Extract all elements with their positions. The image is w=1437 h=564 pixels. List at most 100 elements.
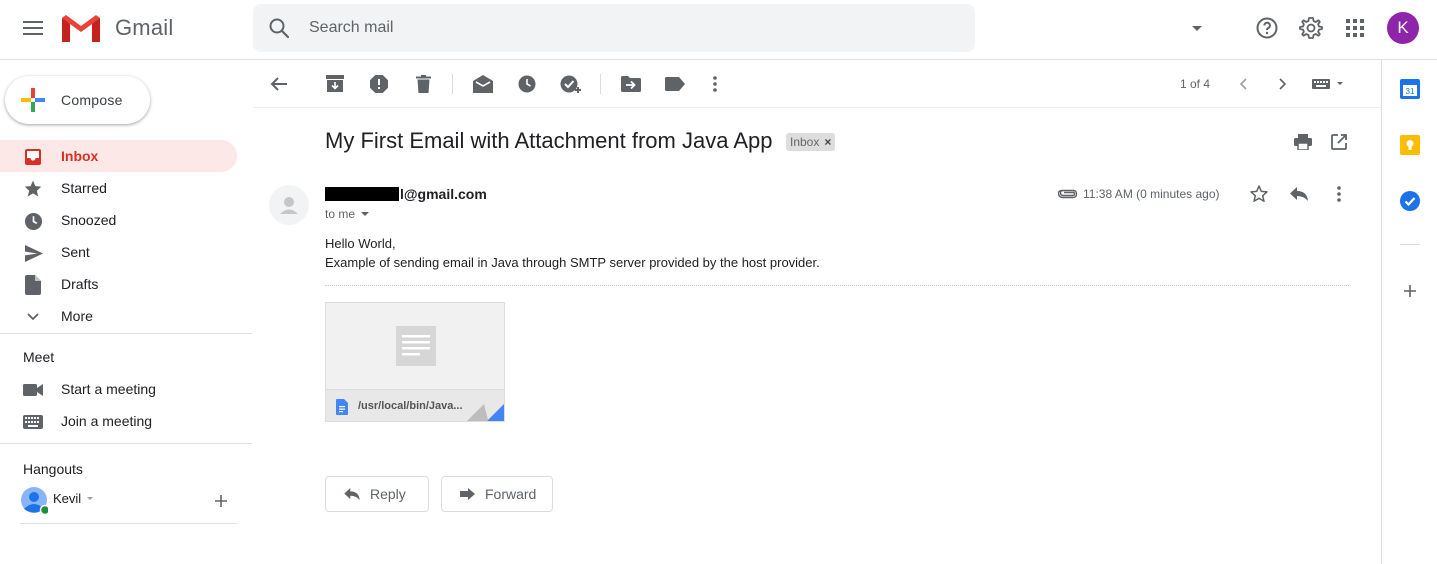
draft-icon bbox=[23, 275, 43, 295]
snooze-icon[interactable] bbox=[516, 73, 538, 95]
reply-arrow-icon[interactable] bbox=[1288, 183, 1310, 205]
video-camera-icon bbox=[23, 380, 43, 400]
search-input[interactable] bbox=[309, 16, 909, 40]
archive-icon[interactable] bbox=[324, 73, 346, 95]
get-add-ons-plus-icon[interactable] bbox=[1400, 281, 1420, 301]
join-meeting-label: Join a meeting bbox=[61, 413, 153, 429]
compose-button[interactable]: Compose bbox=[5, 76, 150, 124]
page-corner-fold-icon bbox=[467, 404, 504, 421]
move-to-icon[interactable] bbox=[620, 73, 642, 95]
forward-button-label: Forward bbox=[485, 486, 537, 502]
add-task-icon[interactable] bbox=[560, 73, 582, 95]
star-outline-icon[interactable] bbox=[1248, 183, 1270, 205]
hangouts-user-avatar[interactable] bbox=[20, 486, 48, 514]
new-conversation-plus-icon[interactable] bbox=[213, 493, 229, 509]
input-tools-keyboard-icon[interactable] bbox=[1308, 73, 1348, 95]
newer-chevron-left-icon[interactable] bbox=[1232, 73, 1254, 95]
back-arrow-icon[interactable] bbox=[268, 73, 290, 95]
sidebar-item-starred[interactable]: Starred bbox=[0, 172, 237, 204]
email-body-line: Example of sending email in Java through… bbox=[325, 255, 820, 270]
pagination-count: 1 of 4 bbox=[1180, 77, 1211, 91]
message-more-vert-icon[interactable] bbox=[1328, 183, 1350, 205]
google-docs-file-icon bbox=[336, 399, 348, 415]
reply-button[interactable]: Reply bbox=[325, 476, 429, 512]
sidebar-item-label: More bbox=[61, 308, 93, 324]
delete-icon[interactable] bbox=[412, 73, 434, 95]
sidebar-item-inbox[interactable]: Inbox bbox=[0, 140, 237, 172]
print-icon[interactable] bbox=[1292, 131, 1314, 153]
older-chevron-right-icon[interactable] bbox=[1272, 73, 1294, 95]
document-preview-icon bbox=[396, 326, 436, 366]
meet-section-title: Meet bbox=[23, 349, 55, 365]
star-icon bbox=[23, 179, 43, 199]
toolbar-separator bbox=[600, 74, 601, 94]
sidebar-divider bbox=[0, 443, 252, 444]
toolbar-divider bbox=[253, 107, 1381, 108]
sidebar-item-sent[interactable]: Sent bbox=[0, 236, 237, 268]
redaction-bar bbox=[325, 187, 399, 201]
sender-email[interactable]: l@gmail.com bbox=[325, 186, 487, 202]
keyboard-icon bbox=[23, 412, 43, 432]
remove-label-close-icon[interactable]: × bbox=[824, 135, 831, 149]
settings-gear-icon[interactable] bbox=[1297, 14, 1325, 42]
attachment-paperclip-icon bbox=[1058, 187, 1078, 199]
start-meeting-item[interactable]: Start a meeting bbox=[0, 373, 237, 405]
hangouts-user[interactable]: Kevil bbox=[53, 491, 95, 506]
report-spam-icon[interactable] bbox=[368, 73, 390, 95]
sidebar-item-label: Sent bbox=[61, 244, 90, 260]
show-details-caret-icon bbox=[361, 212, 370, 216]
body-attachment-divider bbox=[325, 285, 1349, 286]
search-bar bbox=[253, 4, 1202, 52]
top-header: Gmail K bbox=[0, 0, 1437, 60]
reply-button-label: Reply bbox=[370, 486, 406, 502]
compose-label: Compose bbox=[61, 92, 123, 108]
forward-button[interactable]: Forward bbox=[441, 476, 553, 512]
mark-unread-icon[interactable] bbox=[472, 73, 494, 95]
sidebar-divider bbox=[0, 333, 252, 334]
sidebar-item-label: Snoozed bbox=[61, 212, 117, 228]
svg-text:31: 31 bbox=[1406, 87, 1415, 96]
account-avatar[interactable]: K bbox=[1387, 12, 1419, 44]
default-person-icon bbox=[280, 197, 298, 214]
attachment-preview bbox=[326, 303, 504, 389]
sender-avatar[interactable] bbox=[269, 185, 309, 225]
clock-icon bbox=[23, 211, 43, 231]
recipient-details[interactable]: to me bbox=[325, 207, 370, 221]
label-icon[interactable] bbox=[664, 73, 686, 95]
google-tasks-icon[interactable] bbox=[1400, 191, 1420, 211]
join-meeting-item[interactable]: Join a meeting bbox=[0, 405, 237, 437]
google-calendar-icon[interactable]: 31 bbox=[1400, 79, 1420, 99]
hangouts-divider bbox=[20, 523, 237, 524]
search-icon[interactable] bbox=[267, 16, 291, 40]
search-options-dropdown-icon[interactable] bbox=[1185, 16, 1209, 40]
hamburger-menu-icon bbox=[23, 21, 43, 35]
help-icon[interactable] bbox=[1253, 14, 1281, 42]
sidebar-item-snoozed[interactable]: Snoozed bbox=[0, 204, 237, 236]
attachment-filename: /usr/local/bin/Java... bbox=[358, 400, 463, 412]
app-name: Gmail bbox=[115, 15, 174, 40]
google-keep-icon[interactable] bbox=[1400, 135, 1420, 155]
google-apps-grid-icon[interactable] bbox=[1341, 14, 1369, 42]
gmail-logo[interactable]: Gmail bbox=[62, 14, 173, 42]
recipient-text: to me bbox=[325, 207, 356, 221]
side-panel-rail: 31 bbox=[1381, 60, 1437, 564]
attachment-footer: /usr/local/bin/Java... bbox=[326, 389, 504, 421]
send-icon bbox=[23, 243, 43, 263]
hangouts-user-name: Kevil bbox=[53, 491, 82, 506]
caret-down-icon bbox=[87, 496, 94, 500]
compose-plus-icon bbox=[21, 88, 45, 112]
inbox-label-chip[interactable]: Inbox × bbox=[786, 133, 836, 151]
main-menu-button[interactable] bbox=[13, 8, 53, 48]
email-subject: My First Email with Attachment from Java… bbox=[325, 128, 773, 153]
gmail-m-icon bbox=[62, 15, 100, 42]
sidebar-item-label: Drafts bbox=[61, 276, 99, 292]
sidebar-item-more[interactable]: More bbox=[0, 300, 237, 332]
open-in-new-window-icon[interactable] bbox=[1328, 131, 1350, 153]
sidebar-item-drafts[interactable]: Drafts bbox=[0, 268, 237, 300]
attachment-card[interactable]: /usr/local/bin/Java... bbox=[325, 302, 505, 422]
start-meeting-label: Start a meeting bbox=[61, 381, 156, 397]
more-vert-icon[interactable] bbox=[704, 73, 726, 95]
reply-icon bbox=[344, 488, 360, 500]
sender-email-text: l@gmail.com bbox=[400, 186, 487, 202]
email-body: Hello World, Example of sending email in… bbox=[325, 234, 820, 272]
